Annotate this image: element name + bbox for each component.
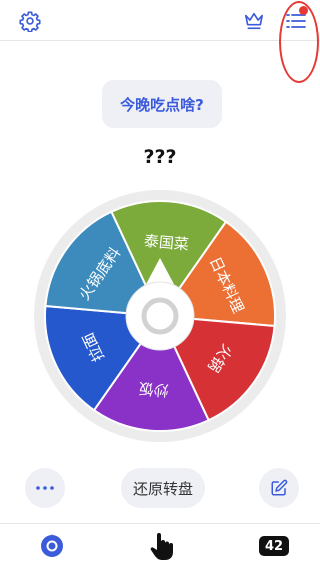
spin-wheel[interactable]: 泰国菜日本料理火锅炒饭拉面火锅底料 bbox=[34, 190, 286, 442]
top-bar bbox=[0, 0, 320, 41]
wheel-segment-label: 炒饭 bbox=[138, 379, 169, 400]
question-text: 今晚吃点啥? bbox=[120, 95, 204, 114]
reset-wheel-label: 还原转盘 bbox=[132, 479, 193, 498]
reset-wheel-button[interactable]: 还原转盘 bbox=[121, 468, 205, 508]
count-value: 42 bbox=[264, 538, 284, 554]
edit-icon[interactable] bbox=[259, 468, 299, 508]
bottom-navigation: 42 bbox=[0, 523, 320, 567]
crown-icon[interactable] bbox=[241, 8, 267, 34]
spin-button[interactable] bbox=[125, 281, 195, 351]
notification-dot bbox=[299, 6, 308, 15]
count-badge[interactable]: 42 bbox=[259, 536, 289, 556]
wheel-tab-icon[interactable] bbox=[38, 532, 66, 560]
more-dots-icon[interactable] bbox=[25, 468, 65, 508]
gear-icon[interactable] bbox=[16, 7, 44, 35]
question-card[interactable]: 今晚吃点啥? bbox=[102, 80, 222, 128]
tap-hand-icon[interactable] bbox=[147, 530, 177, 562]
wheel-controls: 还原转盘 bbox=[0, 468, 320, 514]
result-text: ??? bbox=[143, 146, 177, 168]
